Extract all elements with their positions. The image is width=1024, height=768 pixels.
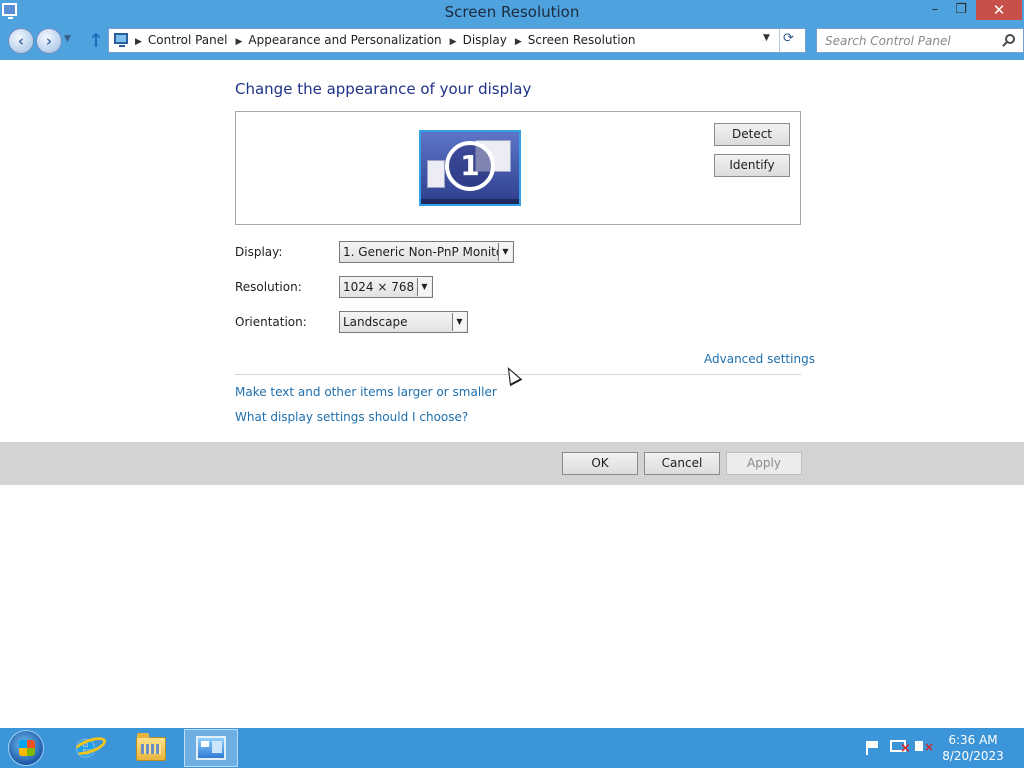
ok-button[interactable]: OK — [562, 452, 638, 475]
mouse-pointer-icon — [501, 363, 523, 387]
dialog-button-bar: OK Cancel Apply — [0, 442, 1024, 485]
forward-button[interactable]: › — [36, 28, 62, 54]
chevron-down-icon[interactable]: ▼ — [452, 313, 466, 331]
title-bar: Screen Resolution – ❐ ✕ — [0, 0, 1024, 24]
address-divider — [779, 29, 780, 52]
chevron-right-icon[interactable]: ▶ — [450, 37, 457, 47]
chevron-right-icon[interactable]: ▶ — [236, 37, 243, 47]
minimize-button[interactable]: – — [922, 0, 948, 20]
volume-muted-icon[interactable] — [915, 741, 934, 752]
detect-button[interactable]: Detect — [714, 123, 790, 146]
recent-pages-chevron-down-icon[interactable]: ▼ — [64, 34, 71, 44]
folder-icon — [136, 733, 166, 761]
up-arrow-icon[interactable]: ↑ — [87, 31, 105, 51]
apply-button[interactable]: Apply — [726, 452, 802, 475]
taskbar: e 6:36 AM 8/20/2023 — [0, 728, 1024, 768]
chevron-right-icon[interactable]: ▶ — [515, 37, 522, 47]
chevron-down-icon[interactable]: ▼ — [417, 278, 431, 296]
address-bar[interactable]: ▶ Control Panel ▶ Appearance and Personaliz… — [108, 28, 806, 53]
taskbar-internet-explorer[interactable]: e — [64, 729, 116, 767]
address-history-chevron-down-icon[interactable]: ▼ — [763, 33, 770, 43]
monitor-window-graphic — [427, 160, 445, 188]
maximize-button[interactable]: ❐ — [948, 0, 974, 20]
display-select-value: 1. Generic Non-PnP Monitor — [343, 245, 509, 259]
control-panel-icon — [114, 33, 128, 47]
search-icon[interactable] — [1005, 34, 1015, 44]
search-box[interactable]: Search Control Panel — [816, 28, 1024, 53]
start-button-windows-icon[interactable] — [8, 730, 44, 766]
breadcrumb-control-panel[interactable]: Control Panel — [148, 33, 228, 47]
orientation-select[interactable]: Landscape ▼ — [339, 311, 468, 333]
monitor-arrangement-panel: 1 Detect Identify — [235, 111, 801, 225]
advanced-settings-link[interactable]: Advanced settings — [704, 352, 815, 366]
identify-button[interactable]: Identify — [714, 154, 790, 177]
orientation-label: Orientation: — [235, 315, 307, 329]
resolution-label: Resolution: — [235, 280, 302, 294]
breadcrumb-display[interactable]: Display — [463, 33, 507, 47]
window-title: Screen Resolution — [444, 3, 580, 21]
cancel-button[interactable]: Cancel — [644, 452, 720, 475]
search-input[interactable]: Search Control Panel — [825, 34, 951, 48]
system-clock[interactable]: 6:36 AM 8/20/2023 — [930, 732, 1016, 764]
close-button[interactable]: ✕ — [976, 0, 1022, 20]
display-select[interactable]: 1. Generic Non-PnP Monitor ▼ — [339, 241, 514, 263]
action-center-flag-icon[interactable] — [866, 741, 878, 755]
network-disconnected-icon[interactable] — [890, 740, 911, 754]
breadcrumb-screen-resolution[interactable]: Screen Resolution — [528, 33, 636, 47]
chevron-down-icon[interactable]: ▼ — [498, 243, 512, 261]
breadcrumb-appearance[interactable]: Appearance and Personalization — [248, 33, 441, 47]
clock-time: 6:36 AM — [948, 733, 998, 747]
back-button[interactable]: ‹ — [8, 28, 34, 54]
monitor-taskbar-graphic — [421, 199, 519, 204]
taskbar-file-explorer[interactable] — [124, 729, 176, 767]
breadcrumb: ▶ Control Panel ▶ Appearance and Personaliz… — [135, 29, 636, 52]
resolution-select-value: 1024 × 768 — [343, 280, 415, 294]
display-label: Display: — [235, 245, 283, 259]
navigation-bar: ‹ › ▼ ↑ ▶ Control Panel ▶ Appearance and Pe… — [0, 24, 1024, 60]
refresh-icon[interactable]: ⟳ — [783, 31, 794, 46]
monitor-number-badge: 1 — [445, 141, 495, 191]
text-size-link[interactable]: Make text and other items larger or smal… — [235, 385, 497, 399]
monitor-1-thumbnail[interactable]: 1 — [419, 130, 521, 206]
display-settings-help-link[interactable]: What display settings should I choose? — [235, 410, 468, 424]
taskbar-control-panel[interactable] — [184, 729, 238, 767]
resolution-select[interactable]: 1024 × 768 ▼ — [339, 276, 433, 298]
clock-date: 8/20/2023 — [942, 749, 1004, 763]
orientation-select-value: Landscape — [343, 315, 408, 329]
control-panel-icon — [196, 736, 226, 760]
page-title: Change the appearance of your display — [235, 80, 532, 98]
chevron-right-icon[interactable]: ▶ — [135, 37, 142, 47]
